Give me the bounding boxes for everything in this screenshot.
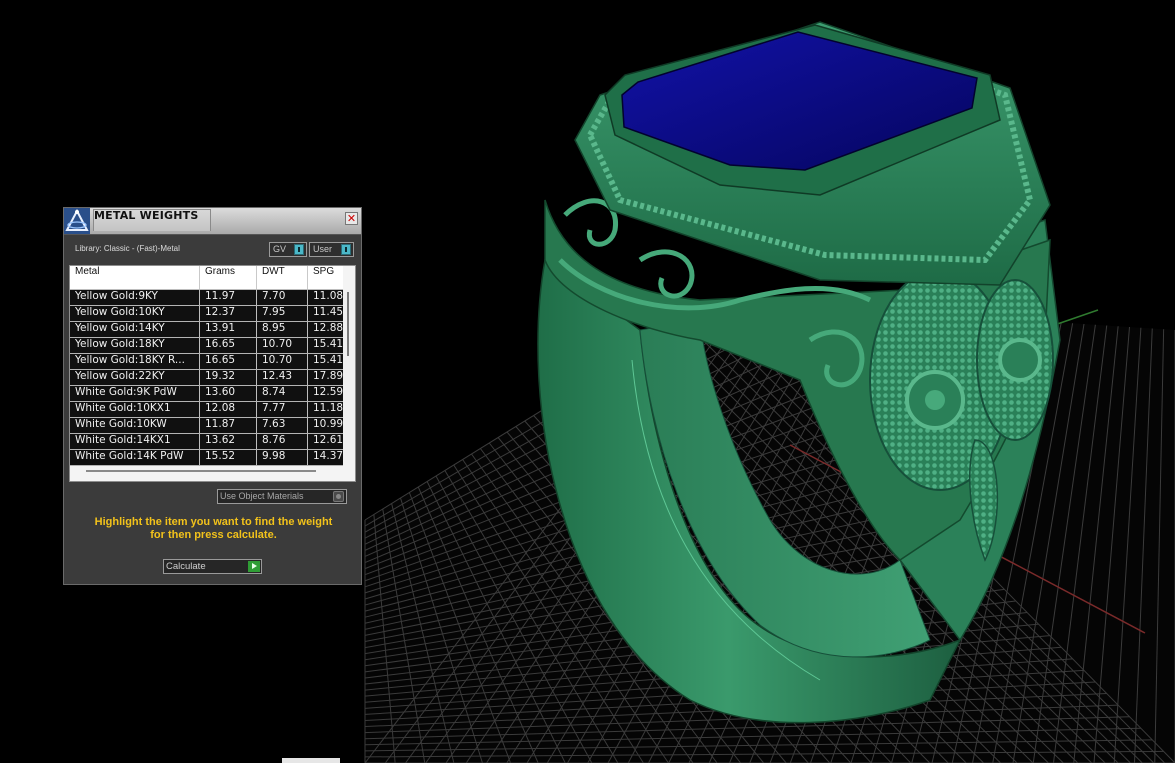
cell-metal: White Gold:9K PdW	[70, 386, 200, 401]
table-row[interactable]: White Gold:14KX1 13.62 8.76 12.61	[70, 434, 343, 450]
cell-dwt: 7.95	[257, 306, 308, 321]
table-body: Yellow Gold:9KY 11.97 7.70 11.08 Yellow Gold…	[70, 290, 343, 466]
cell-spg: 12.59	[313, 386, 343, 398]
table-row[interactable]: Yellow Gold:9KY 11.97 7.70 11.08	[70, 290, 343, 306]
instruction-line-2: for then press calculate.	[150, 529, 277, 541]
cell-spg: 11.18	[313, 402, 343, 414]
column-header-dwt[interactable]: DWT	[257, 266, 308, 289]
toggle-knob-icon	[294, 244, 304, 255]
vertical-scroll-thumb[interactable]	[347, 292, 349, 356]
table-row[interactable]: White Gold:9K PdW 13.60 8.74 12.59	[70, 386, 343, 402]
user-toggle-label: User	[313, 244, 333, 254]
cell-dwt: 12.43	[257, 370, 308, 385]
cell-grams: 16.65	[200, 354, 257, 369]
use-object-materials-toggle[interactable]: Use Object Materials	[217, 489, 347, 504]
cell-metal: Yellow Gold:14KY	[70, 322, 200, 337]
table-row[interactable]: Yellow Gold:14KY 13.91 8.95 12.88	[70, 322, 343, 338]
toggle-knob-icon	[341, 244, 351, 255]
close-icon[interactable]: ✕	[345, 212, 358, 225]
cell-spg: 15.41	[313, 354, 343, 366]
cell-dwt: 10.70	[257, 338, 308, 353]
cell-metal: Yellow Gold:10KY	[70, 306, 200, 321]
table-row[interactable]: Yellow Gold:10KY 12.37 7.95 11.45	[70, 306, 343, 322]
cell-dwt: 9.98	[257, 450, 308, 465]
user-toggle[interactable]: User	[309, 242, 354, 257]
cell-dwt: 7.77	[257, 402, 308, 417]
cell-grams: 19.32	[200, 370, 257, 385]
gv-toggle-label: GV	[273, 244, 287, 254]
cell-spg: 12.88	[313, 322, 343, 334]
cell-metal: White Gold:10KX1	[70, 402, 200, 417]
table-row[interactable]: White Gold:10KX1 12.08 7.77 11.18	[70, 402, 343, 418]
dialog-title: METAL WEIGHTS	[93, 209, 211, 231]
table-row[interactable]: White Gold:14K PdW 15.52 9.98 14.37	[70, 450, 343, 466]
cell-dwt: 7.70	[257, 290, 308, 305]
cell-dwt: 10.70	[257, 354, 308, 369]
table-row[interactable]: Yellow Gold:18KY R... 16.65 10.70 15.41	[70, 354, 343, 370]
metal-weights-dialog: METAL WEIGHTS ✕ Library: Classic - (Fast…	[63, 207, 362, 585]
cell-grams: 13.91	[200, 322, 257, 337]
cell-metal: Yellow Gold:18KY	[70, 338, 200, 353]
table-row[interactable]: Yellow Gold:18KY 16.65 10.70 15.41	[70, 338, 343, 354]
cell-grams: 13.60	[200, 386, 257, 401]
vertical-scrollbar[interactable]	[343, 290, 355, 460]
cell-dwt: 8.95	[257, 322, 308, 337]
column-header-grams[interactable]: Grams	[200, 266, 257, 289]
cell-metal: White Gold:10KW	[70, 418, 200, 433]
library-label: Library: Classic - (Fast)-Metal	[75, 244, 180, 253]
cell-spg: 11.08	[313, 290, 343, 302]
cell-grams: 15.52	[200, 450, 257, 465]
cell-spg: 14.37	[313, 450, 343, 462]
cell-metal: White Gold:14KX1	[70, 434, 200, 449]
radio-icon	[333, 491, 344, 502]
cell-grams: 12.08	[200, 402, 257, 417]
horizontal-scrollbar[interactable]	[86, 470, 316, 472]
instruction-text: Highlight the item you want to find the …	[74, 516, 353, 542]
calculate-button[interactable]: Calculate	[163, 559, 262, 574]
dialog-titlebar[interactable]: METAL WEIGHTS ✕	[64, 208, 361, 235]
cell-dwt: 7.63	[257, 418, 308, 433]
cell-spg: 12.61	[313, 434, 343, 446]
cell-grams: 11.87	[200, 418, 257, 433]
cell-metal: Yellow Gold:22KY	[70, 370, 200, 385]
instruction-line-1: Highlight the item you want to find the …	[94, 516, 333, 528]
cell-dwt: 8.74	[257, 386, 308, 401]
cell-dwt: 8.76	[257, 434, 308, 449]
cell-grams: 16.65	[200, 338, 257, 353]
cell-grams: 11.97	[200, 290, 257, 305]
cell-metal: Yellow Gold:18KY R...	[70, 354, 200, 369]
calculate-label: Calculate	[166, 561, 206, 572]
table-row[interactable]: Yellow Gold:22KY 19.32 12.43 17.89	[70, 370, 343, 386]
metal-table[interactable]: Metal Grams DWT SPG Yellow Gold:9KY 11.97…	[69, 265, 356, 482]
cell-metal: White Gold:14K PdW	[70, 450, 200, 465]
matrix-logo-icon	[64, 208, 90, 234]
use-object-materials-label: Use Object Materials	[220, 491, 304, 501]
table-header: Metal Grams DWT SPG	[70, 266, 343, 290]
column-header-spg[interactable]: SPG	[308, 266, 343, 289]
cell-metal: Yellow Gold:9KY	[70, 290, 200, 305]
cell-spg: 17.89	[313, 370, 343, 382]
cell-spg: 15.41	[313, 338, 343, 350]
gv-toggle[interactable]: GV	[269, 242, 307, 257]
column-header-metal[interactable]: Metal	[70, 266, 200, 289]
table-row[interactable]: White Gold:10KW 11.87 7.63 10.99	[70, 418, 343, 434]
cell-spg: 10.99	[313, 418, 343, 430]
play-arrow-icon	[248, 561, 260, 572]
cell-grams: 13.62	[200, 434, 257, 449]
hidden-panel-edge	[282, 758, 340, 763]
cell-spg: 11.45	[313, 306, 343, 318]
cell-grams: 12.37	[200, 306, 257, 321]
